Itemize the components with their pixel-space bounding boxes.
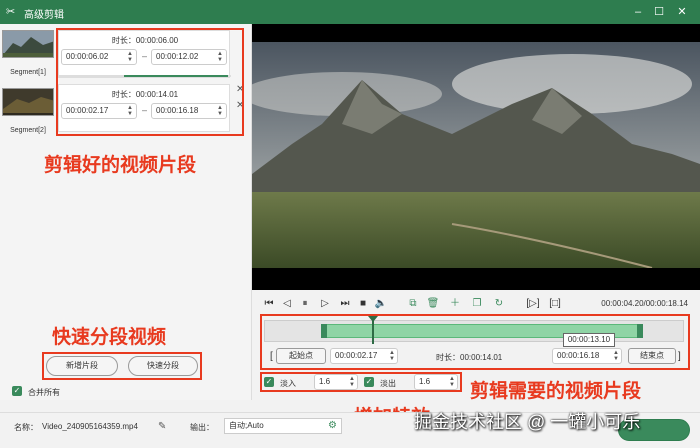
needed-clip-highlight bbox=[260, 314, 690, 370]
gear-icon[interactable]: ⚙ bbox=[328, 420, 337, 431]
annotation-clips: 剪辑好的视频片段 bbox=[44, 155, 197, 176]
step-forward-icon[interactable]: ▷ bbox=[318, 297, 332, 311]
add-icon[interactable]: ＋ bbox=[448, 297, 462, 311]
file-name: Video_240905164359.mp4 bbox=[42, 422, 138, 431]
clips-highlight bbox=[56, 28, 244, 136]
time-readout: 00:00:04.20/00:00:18.14 bbox=[601, 299, 688, 308]
segment-label: Segment[2] bbox=[10, 127, 46, 134]
output-path-field[interactable]: 自动;Auto bbox=[224, 418, 342, 434]
close-icon[interactable]: ✕ bbox=[674, 4, 690, 20]
segment-thumbnail[interactable] bbox=[2, 88, 54, 116]
mark-in-icon[interactable]: [▷] bbox=[526, 297, 540, 311]
mark-out-icon[interactable]: [□] bbox=[548, 297, 562, 311]
delete-icon[interactable]: 🗑 bbox=[426, 297, 440, 311]
skip-end-icon[interactable]: ⏭ bbox=[338, 297, 352, 311]
pause-icon[interactable]: ⏸ bbox=[298, 297, 312, 311]
video-preview[interactable] bbox=[252, 24, 700, 290]
watermark: 掘金技术社区 @ 一罐小可乐 bbox=[414, 412, 641, 432]
output-label: 输出： bbox=[190, 423, 214, 432]
reset-icon[interactable]: ↻ bbox=[492, 297, 506, 311]
segment-thumbnail[interactable] bbox=[2, 30, 54, 58]
segment-list: Segment[1] Segment[2] bbox=[0, 24, 56, 154]
merge-all-label: 合并所有 bbox=[28, 388, 60, 397]
merge-all-checkbox[interactable]: ✓ bbox=[12, 386, 22, 396]
video-frame bbox=[252, 24, 700, 290]
output-path-value: 自动;Auto bbox=[229, 421, 264, 430]
edit-icon[interactable]: ✎ bbox=[158, 421, 166, 432]
effects-highlight bbox=[260, 372, 462, 392]
quick-split-highlight bbox=[42, 352, 202, 380]
stop-icon[interactable]: ■ bbox=[356, 297, 370, 311]
copy-icon[interactable]: ❐ bbox=[470, 297, 484, 311]
step-back-icon[interactable]: ◁ bbox=[280, 297, 294, 311]
annotation-needed-clip: 剪辑需要的视频片段 bbox=[470, 381, 642, 402]
player-controls: ⏮ ◁ ⏸ ▷ ⏭ ■ 🔈 ⧉ 🗑 ＋ ❐ ↻ [▷] [□] 00:00:04… bbox=[252, 292, 700, 316]
annotation-quick-split: 快速分段视频 bbox=[52, 327, 167, 348]
maximize-icon[interactable]: ☐ bbox=[651, 4, 667, 20]
minimize-icon[interactable]: – bbox=[630, 4, 646, 20]
scissors-icon: ✂ bbox=[6, 6, 16, 18]
name-label: 名称： bbox=[14, 423, 38, 432]
segment-label: Segment[1] bbox=[10, 69, 46, 76]
skip-start-icon[interactable]: ⏮ bbox=[262, 297, 276, 311]
split-icon[interactable]: ⧉ bbox=[406, 297, 420, 311]
window-title: 高级剪辑 bbox=[24, 10, 64, 21]
title-bar: ✂ 高级剪辑 – ☐ ✕ bbox=[0, 0, 700, 24]
volume-icon[interactable]: 🔈 bbox=[374, 297, 388, 311]
